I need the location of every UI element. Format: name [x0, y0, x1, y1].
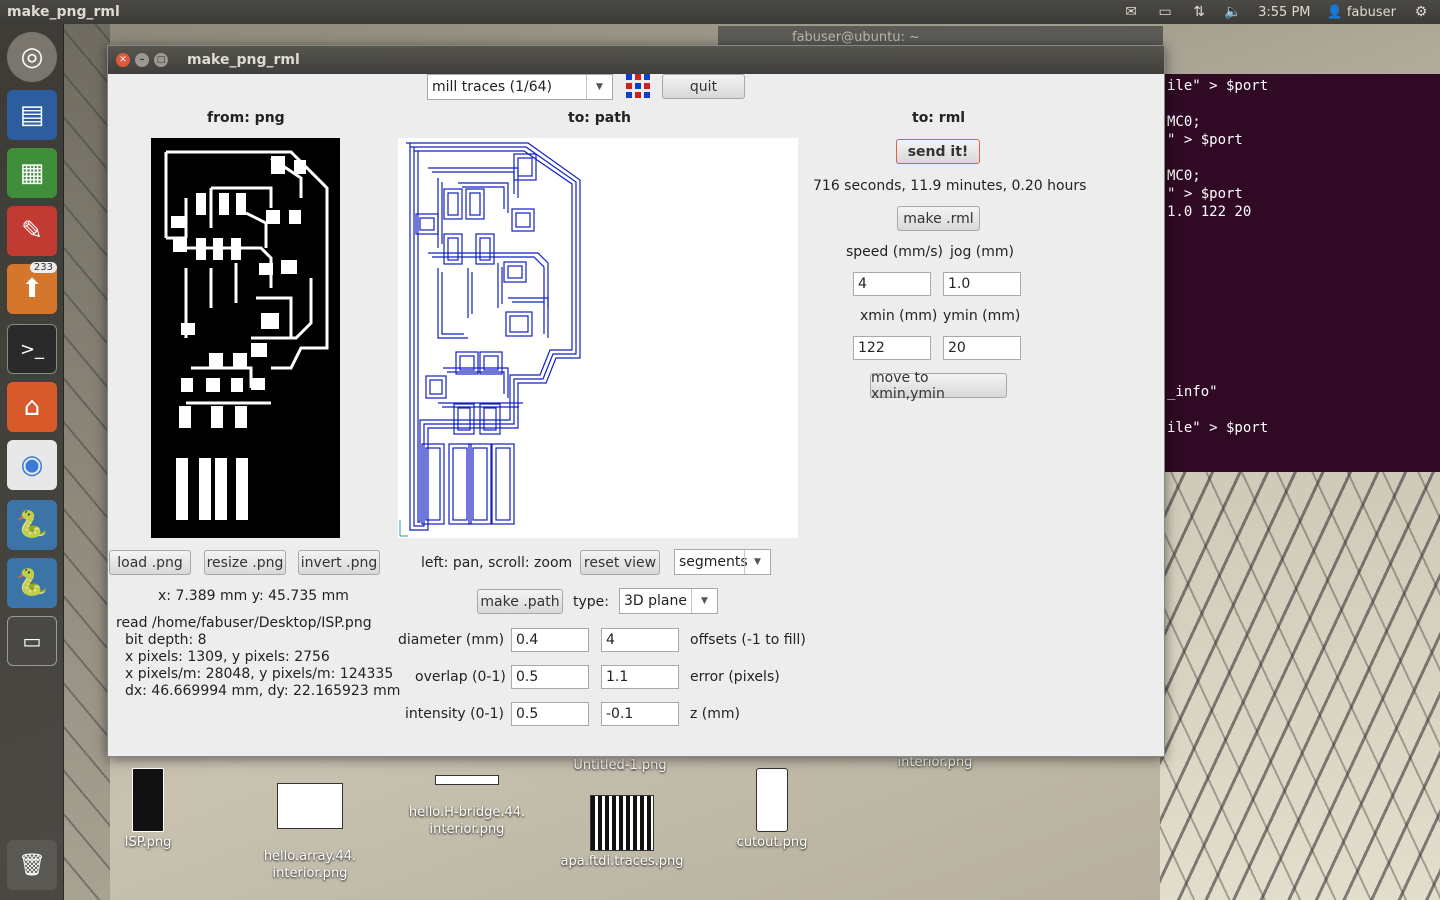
file-thumb-icon	[132, 768, 164, 832]
load-png-button[interactable]: load .png	[109, 550, 191, 575]
chevron-down-icon: ▼	[586, 75, 612, 99]
type-select[interactable]: 3D plane ▼	[619, 588, 718, 614]
software-updater-icon[interactable]: ⬆ 233	[7, 262, 57, 314]
z-field[interactable]: -0.1	[601, 702, 679, 726]
desktop-icon-hello-hbridge[interactable]: hello.H-bridge.44. interior.png	[405, 758, 529, 838]
desktop-icon-untitled[interactable]: Untitled-1.png	[570, 757, 670, 774]
chrome-icon[interactable]: ◉	[7, 440, 57, 490]
file-thumb-icon	[435, 775, 499, 785]
python-icon[interactable]: 🐍	[7, 500, 57, 550]
maximize-window-button[interactable]: □	[154, 53, 168, 67]
intensity-label: intensity (0-1)	[405, 706, 504, 722]
close-window-button[interactable]: ✕	[116, 53, 130, 67]
intensity-field[interactable]: 0.5	[511, 702, 589, 726]
jog-label: jog (mm)	[950, 244, 1014, 260]
terminal-title: fabuser@ubuntu: ~	[792, 29, 920, 45]
reset-view-button[interactable]: reset view	[580, 550, 660, 575]
desktop-icon-isp[interactable]: ISP.png	[118, 768, 178, 851]
wallpaper-ferris-wheel	[1160, 470, 1440, 900]
top-panel: make_png_rml ✉ ▭ ⇅ 🔈 3:55 PM 👤 fabuser ⚙	[0, 0, 1440, 24]
type-label: type:	[573, 594, 609, 610]
writer-icon[interactable]: ▤	[7, 90, 57, 140]
chevron-down-icon: ▼	[691, 589, 717, 613]
gear-icon[interactable]: ⚙	[1412, 4, 1430, 20]
desktop-icon-cutout[interactable]: cutout.png	[732, 768, 812, 851]
volume-icon[interactable]: 🔈	[1224, 4, 1242, 20]
files-icon[interactable]: ⌂	[7, 382, 57, 432]
speed-label: speed (mm/s)	[846, 244, 943, 260]
make-path-button[interactable]: make .path	[477, 589, 563, 614]
wallpaper-left	[64, 24, 110, 900]
error-label: error (pixels)	[690, 669, 780, 685]
xmin-field[interactable]: 122	[853, 336, 931, 360]
resize-png-button[interactable]: resize .png	[204, 550, 286, 575]
jog-field[interactable]: 1.0	[943, 272, 1021, 296]
terminal-window[interactable]: ile" > $port MC0; " > $port MC0; " > $por…	[1163, 74, 1440, 472]
app-logo-icon	[626, 74, 650, 98]
battery-icon[interactable]: ▭	[1156, 4, 1174, 20]
time-estimate: 716 seconds, 11.9 minutes, 0.20 hours	[813, 178, 1087, 194]
terminal-icon[interactable]: >_	[7, 324, 57, 374]
quit-button[interactable]: quit	[662, 74, 745, 99]
offsets-field[interactable]: 4	[601, 628, 679, 652]
file-thumb-icon	[277, 783, 343, 829]
offsets-label: offsets (-1 to fill)	[690, 632, 806, 648]
mail-icon[interactable]: ✉	[1122, 4, 1140, 20]
move-to-xmin-ymin-button[interactable]: move to xmin,ymin	[870, 370, 1007, 402]
minimize-window-button[interactable]: –	[135, 53, 149, 67]
network-icon[interactable]: ⇅	[1190, 4, 1208, 20]
file-thumb-icon	[756, 768, 788, 832]
user-icon: 👤	[1326, 4, 1343, 20]
diameter-field[interactable]: 0.4	[511, 628, 589, 652]
window-icon[interactable]: ▭	[7, 616, 57, 666]
dash-home-icon[interactable]: ◎	[7, 32, 57, 82]
python-icon-2[interactable]: 🐍	[7, 558, 57, 608]
update-badge: 233	[29, 262, 57, 273]
pan-zoom-hint: left: pan, scroll: zoom	[421, 555, 573, 571]
system-settings-icon[interactable]: ✎	[7, 206, 57, 256]
launcher: ◎ ▤ ▦ ✎ ⬆ 233 >_ ⌂ ◉ 🐍 🐍 ▭ 🗑	[0, 24, 64, 900]
png-info: read /home/fabuser/Desktop/ISP.png bit d…	[116, 615, 401, 699]
png-preview-canvas[interactable]	[151, 138, 340, 538]
mode-select[interactable]: mill traces (1/64) ▼	[427, 74, 613, 100]
view-mode-select[interactable]: segments ▼	[674, 549, 771, 575]
send-it-button[interactable]: send it!	[896, 139, 980, 164]
overlap-label: overlap (0-1)	[415, 669, 506, 685]
make-png-rml-window: ✕ – □ make_png_rml mill traces (1/64) ▼ …	[107, 45, 1165, 757]
file-thumb-icon	[590, 795, 654, 851]
cursor-coordinates: x: 7.389 mm y: 45.735 mm	[158, 588, 349, 604]
make-rml-button[interactable]: make .rml	[897, 206, 980, 231]
user-menu[interactable]: 👤 fabuser	[1327, 5, 1396, 20]
invert-png-button[interactable]: invert .png	[298, 550, 380, 575]
desktop-icon-apa-ftdi[interactable]: apa.ftdi.traces.png	[555, 795, 689, 870]
z-label: z (mm)	[690, 706, 740, 722]
calc-icon[interactable]: ▦	[7, 148, 57, 198]
window-titlebar: ✕ – □ make_png_rml	[108, 46, 1164, 74]
to-path-header: to: path	[568, 110, 631, 126]
desktop-icon-hello-array[interactable]: hello.array.44. interior.png	[255, 766, 365, 882]
ymin-label: ymin (mm)	[943, 308, 1021, 324]
window-title: make_png_rml	[187, 52, 300, 68]
to-rml-header: to: rml	[912, 110, 966, 126]
ymin-field[interactable]: 20	[943, 336, 1021, 360]
xmin-label: xmin (mm)	[860, 308, 938, 324]
speed-field[interactable]: 4	[853, 272, 931, 296]
trash-icon[interactable]: 🗑	[7, 840, 57, 890]
from-png-header: from: png	[207, 110, 285, 126]
error-field[interactable]: 1.1	[601, 665, 679, 689]
clock[interactable]: 3:55 PM	[1258, 5, 1310, 20]
chevron-down-icon: ▼	[744, 550, 770, 574]
path-preview-canvas[interactable]	[398, 138, 798, 538]
diameter-label: diameter (mm)	[398, 632, 505, 648]
active-app-title: make_png_rml	[7, 4, 120, 20]
overlap-field[interactable]: 0.5	[511, 665, 589, 689]
